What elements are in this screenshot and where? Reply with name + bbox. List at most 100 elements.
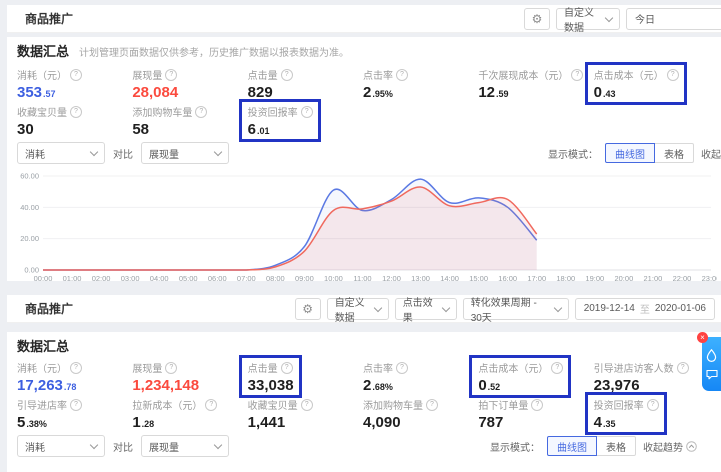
section-title-2: 数据汇总 <box>17 340 69 354</box>
metric-label: 添加购物车量? <box>132 104 207 119</box>
metric-select-1[interactable]: 消耗 <box>17 142 105 164</box>
settings-button[interactable]: ⚙ <box>524 8 550 30</box>
metric-value: 787 <box>478 414 543 431</box>
metric-cell: 投资回报率?6.01 <box>248 103 363 140</box>
svg-text:40.00: 40.00 <box>20 203 39 212</box>
metric-cell: 点击率?2.68% <box>363 359 478 396</box>
display-mode-group-2: 显示模式： 曲线图 表格 收起趋势 <box>490 436 697 456</box>
date-range-start: 2019-12-14 <box>584 303 635 314</box>
curve-mode-button-2[interactable]: 曲线图 <box>547 436 597 456</box>
metric-value: 1.28 <box>132 414 217 431</box>
metric-cell: 点击量?33,038 <box>248 359 363 396</box>
metric-inner: 收藏宝贝量?1,441 <box>239 392 321 435</box>
metric-inner: 添加购物车量?4,090 <box>354 392 446 435</box>
help-icon[interactable]: ? <box>426 399 438 411</box>
metric-value: 1,441 <box>248 414 313 431</box>
svg-text:17:00: 17:00 <box>527 274 546 283</box>
metric-label: 点击率? <box>363 67 408 82</box>
svg-text:23:00: 23:00 <box>702 274 717 283</box>
help-icon[interactable]: ? <box>667 69 679 81</box>
customize-data-label: 自定义数据 <box>564 4 600 34</box>
help-icon[interactable]: ? <box>396 69 408 81</box>
chevron-down-icon <box>214 148 222 156</box>
chevron-down-icon <box>214 441 222 449</box>
help-icon[interactable]: ? <box>531 399 543 411</box>
help-icon[interactable]: ? <box>571 69 583 81</box>
help-icon[interactable]: ? <box>205 399 217 411</box>
trend-chart: 0.0020.0040.0060.0000:0001:0002:0003:000… <box>17 170 717 286</box>
chat-icon <box>706 369 718 380</box>
help-icon[interactable]: ? <box>647 399 659 411</box>
date-picker[interactable]: 今日 <box>626 8 721 30</box>
table-mode-button-2[interactable]: 表格 <box>596 436 636 456</box>
help-icon[interactable]: ? <box>70 399 82 411</box>
help-icon[interactable]: ? <box>70 69 82 81</box>
display-mode-label-2: 显示模式： <box>490 439 540 454</box>
metric-label: 收藏宝贝量? <box>17 104 82 119</box>
date-range-picker[interactable]: 2019-12-14 至 2020-01-06 <box>575 298 715 320</box>
metric-cell: 点击率? 2.95% <box>363 66 478 103</box>
help-icon[interactable]: ? <box>301 106 313 118</box>
metric-annotation-box: 投资回报率?6.01 <box>239 99 321 142</box>
metric-cell: 消耗（元）?353.57 <box>17 66 132 103</box>
chevron-down-icon <box>605 13 613 21</box>
chart-controls-1: 消耗 对比 展现量 显示模式： 曲线图 表格 收起趋势 <box>17 142 709 164</box>
floating-toolbar[interactable]: × <box>702 337 721 391</box>
help-icon[interactable]: ? <box>677 362 689 374</box>
click-effect-select[interactable]: 点击效果 <box>395 298 457 320</box>
metric-select-4[interactable]: 展现量 <box>141 435 229 457</box>
help-icon[interactable]: ? <box>301 399 313 411</box>
svg-text:16:00: 16:00 <box>498 274 517 283</box>
compare-label: 对比 <box>113 146 133 161</box>
metric-inner: 引导进店率?5.38% <box>8 392 90 435</box>
page-title-2: 商品推广 <box>25 300 73 317</box>
panel1-header-controls: ⚙ 自定义数据 今日 <box>524 8 721 30</box>
chevron-down-icon <box>553 303 561 311</box>
svg-text:09:00: 09:00 <box>295 274 314 283</box>
table-mode-button[interactable]: 表格 <box>654 143 694 163</box>
metric-label: 投资回报率? <box>594 397 659 412</box>
collapse-trend-link-2[interactable]: 收起趋势 <box>643 439 697 454</box>
customize-data-select[interactable]: 自定义数据 <box>556 8 620 30</box>
help-icon[interactable]: ? <box>165 69 177 81</box>
svg-text:11:00: 11:00 <box>353 274 371 283</box>
metric-annotation-box: 点击成本（元）?0.43 <box>585 62 687 105</box>
metric-inner: 收藏宝贝量?30 <box>8 99 90 142</box>
svg-text:13:00: 13:00 <box>411 274 430 283</box>
help-icon[interactable]: ? <box>165 362 177 374</box>
close-badge[interactable]: × <box>697 332 708 343</box>
help-icon[interactable]: ? <box>281 69 293 81</box>
conversion-cycle-select[interactable]: 转化效果周期 - 30天 <box>463 298 569 320</box>
metric-label: 展现量? <box>132 67 178 82</box>
help-icon[interactable]: ? <box>195 106 207 118</box>
svg-text:04:00: 04:00 <box>150 274 169 283</box>
metric-cell: 添加购物车量?58 <box>132 103 247 140</box>
help-icon[interactable]: ? <box>396 362 408 374</box>
metric-select-3[interactable]: 消耗 <box>17 435 105 457</box>
conversion-cycle-label: 转化效果周期 - 30天 <box>471 294 549 324</box>
chevron-down-icon <box>373 303 381 311</box>
help-icon[interactable]: ? <box>281 362 293 374</box>
metric-inner: 添加购物车量?58 <box>123 99 215 142</box>
help-icon[interactable]: ? <box>70 362 82 374</box>
section-header-2: 数据汇总 <box>17 340 709 354</box>
click-effect-label: 点击效果 <box>403 294 437 324</box>
collapse-trend-link[interactable]: 收起趋势 <box>701 146 721 161</box>
metric-cell: 添加购物车量?4,090 <box>363 396 478 433</box>
metric-inner: 拍下订单量? 787 <box>469 392 551 435</box>
help-icon[interactable]: ? <box>70 106 82 118</box>
settings-button-2[interactable]: ⚙ <box>295 298 321 320</box>
display-mode-label: 显示模式： <box>548 146 598 161</box>
svg-text:60.00: 60.00 <box>20 172 39 181</box>
metric-value: 2.95% <box>363 84 408 101</box>
metric-cell: 收藏宝贝量?1,441 <box>248 396 363 433</box>
metric-label: 点击量? <box>248 67 293 82</box>
metric-value: 4,090 <box>363 414 438 431</box>
chevron-down-icon <box>441 303 449 311</box>
metric-select-2[interactable]: 展现量 <box>141 142 229 164</box>
curve-mode-button[interactable]: 曲线图 <box>605 143 655 163</box>
metric-inner: 拉新成本（元）?1.28 <box>123 392 225 435</box>
metric-label: 拍下订单量? <box>478 397 543 412</box>
help-icon[interactable]: ? <box>551 362 563 374</box>
customize-data-select-2[interactable]: 自定义数据 <box>327 298 389 320</box>
